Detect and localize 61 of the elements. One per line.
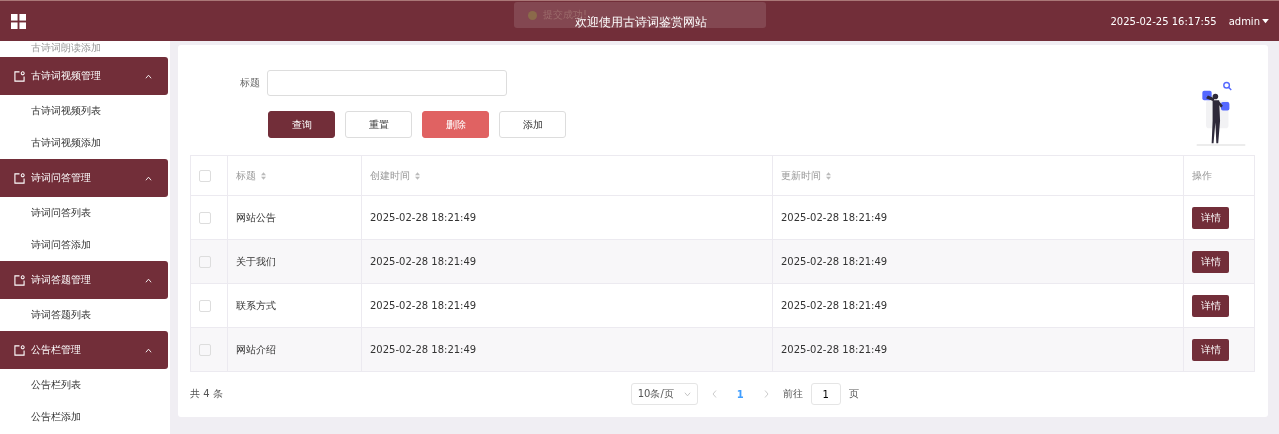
row-checkbox[interactable] <box>199 299 211 312</box>
previous-page-icon[interactable] <box>711 390 717 398</box>
sidebar-group[interactable]: 公告栏管理 <box>0 331 168 369</box>
note-icon <box>14 274 25 286</box>
details-button[interactable]: 详情 <box>1192 338 1229 361</box>
field-label: 标题 <box>240 76 260 90</box>
caret-icon <box>145 347 152 353</box>
select-all-checkbox[interactable] <box>199 169 211 182</box>
note-icon <box>14 172 25 184</box>
table-cell: 2025-02-28 18:21:49 <box>370 300 477 311</box>
user-menu[interactable]: admin <box>1228 15 1269 27</box>
table-cell: 2025-02-28 18:21:49 <box>370 344 477 355</box>
sort-icon[interactable] <box>261 171 266 180</box>
table-cell: 2025-02-28 18:21:49 <box>370 256 477 267</box>
action-button[interactable]: 添加 <box>499 111 566 138</box>
sidebar-item[interactable]: 诗词答题列表 <box>0 299 170 331</box>
table-cell: 2025-02-28 18:21:49 <box>370 212 477 223</box>
sidebar-group[interactable]: 诗词答题管理 <box>0 261 168 299</box>
goto-label: 前往 <box>782 387 803 401</box>
table-cell: 网站介绍 <box>236 343 276 355</box>
sort-icon[interactable] <box>415 171 420 180</box>
page-size-select[interactable]: 10条/页 <box>630 383 698 405</box>
details-button[interactable]: 详情 <box>1192 294 1229 317</box>
date-time: 2025-02-25 16:17:55 <box>1110 15 1217 27</box>
sort-icon[interactable] <box>826 171 831 180</box>
page-suffix: 页 <box>848 387 859 401</box>
note-icon <box>14 344 25 356</box>
row-checkbox[interactable] <box>199 255 211 268</box>
sidebar-item[interactable]: 公告栏添加 <box>0 401 170 433</box>
caret-icon <box>145 73 152 79</box>
caret-icon <box>1262 18 1269 24</box>
menu-icon[interactable] <box>11 13 26 29</box>
sidebar-item[interactable]: 古诗词视频添加 <box>0 127 170 159</box>
note-icon <box>14 70 25 82</box>
details-button[interactable]: 详情 <box>1192 206 1229 229</box>
caret-icon <box>145 277 152 283</box>
caret-icon <box>145 175 152 181</box>
row-checkbox[interactable] <box>199 343 211 356</box>
success-icon <box>528 10 537 20</box>
details-button[interactable]: 详情 <box>1192 250 1229 273</box>
action-button[interactable]: 重置 <box>345 111 412 138</box>
sidebar-group[interactable]: 古诗词视频管理 <box>0 57 168 95</box>
table-cell: 网站公告 <box>236 211 276 223</box>
table-cell: 联系方式 <box>236 299 276 311</box>
table-cell: 2025-02-28 18:21:49 <box>781 256 888 267</box>
sidebar-item[interactable]: 公告栏列表 <box>0 369 170 401</box>
page-input[interactable]: 1 <box>810 383 841 405</box>
table-cell: 2025-02-28 18:21:49 <box>781 344 888 355</box>
row-checkbox[interactable] <box>199 211 211 224</box>
title-input[interactable] <box>267 70 507 96</box>
table-cell: 2025-02-28 18:21:49 <box>781 212 888 223</box>
next-page-icon[interactable] <box>763 390 769 398</box>
sidebar-item[interactable]: 古诗词视频列表 <box>0 95 170 127</box>
table-cell: 关于我们 <box>236 255 276 267</box>
sidebar-item[interactable]: 诗词问答列表 <box>0 197 170 229</box>
total-count: 共 4 条 <box>190 387 223 401</box>
table-cell: 2025-02-28 18:21:49 <box>781 300 888 311</box>
sidebar-group[interactable]: 诗词问答管理 <box>0 159 168 197</box>
sidebar-item[interactable]: 诗词问答添加 <box>0 229 170 261</box>
action-button[interactable]: 查询 <box>268 111 335 138</box>
caret-icon <box>683 391 691 397</box>
